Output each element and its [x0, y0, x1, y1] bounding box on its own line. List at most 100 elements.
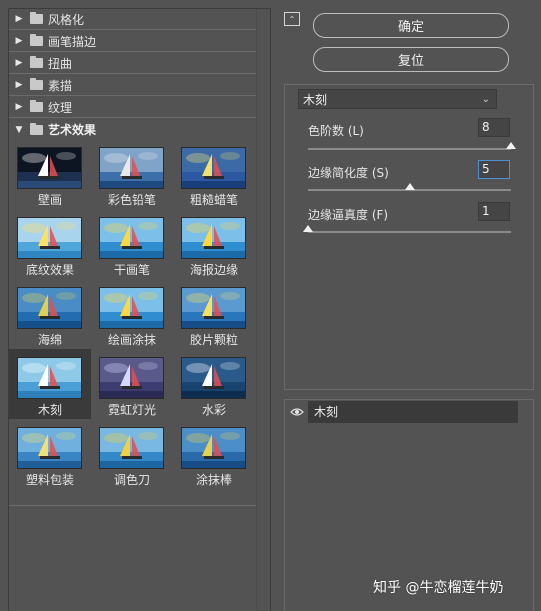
- edge-fidelity-slider-track[interactable]: [308, 231, 511, 233]
- levels-input[interactable]: 8: [478, 118, 510, 137]
- sailboat-scene-icon: [182, 148, 245, 188]
- sailboat-scene-icon: [182, 358, 245, 398]
- folder-icon: [30, 100, 43, 112]
- sailboat-scene-icon: [182, 428, 245, 468]
- chevron-down-icon: ⌄: [481, 93, 490, 105]
- reset-button[interactable]: 复位: [313, 47, 509, 72]
- category-label: 画笔描边: [48, 34, 97, 49]
- thumbnail-label: 霓虹灯光: [107, 403, 156, 417]
- edge-simplicity-input[interactable]: 5: [478, 160, 510, 179]
- eye-icon[interactable]: [286, 401, 308, 423]
- edge-fidelity-slider-thumb[interactable]: [303, 225, 313, 232]
- edge-fidelity-input[interactable]: 1: [478, 202, 510, 221]
- thumb-smudge-stick[interactable]: 涂抹棒: [173, 419, 255, 489]
- category-stylize[interactable]: ▶ 风格化: [9, 9, 257, 30]
- thumbnail-label: 绘画涂抹: [107, 333, 156, 347]
- folder-icon: [30, 56, 43, 68]
- folder-icon: [30, 122, 43, 135]
- thumb-neon-glow[interactable]: 霓虹灯光: [91, 349, 173, 419]
- thumb-plastic-wrap[interactable]: 塑料包装: [9, 419, 91, 489]
- sailboat-scene-icon: [18, 358, 81, 398]
- expand-arrow-icon: ▶: [15, 36, 23, 46]
- edge-simplicity-label: 边缘简化度 (S): [308, 166, 389, 180]
- vertical-scrollbar[interactable]: [256, 9, 270, 611]
- thumbnail-image: [181, 287, 246, 329]
- collapse-panel-icon[interactable]: ⌃: [284, 12, 300, 26]
- sailboat-scene-icon: [18, 428, 81, 468]
- thumbnail-image: [99, 217, 164, 259]
- thumb-dry-brush[interactable]: 干画笔: [91, 209, 173, 279]
- thumbnail-image: [181, 357, 246, 399]
- levels-slider-thumb[interactable]: [506, 142, 516, 149]
- thumbnail-label: 底纹效果: [25, 263, 74, 277]
- thumb-underpainting[interactable]: 底纹效果: [9, 209, 91, 279]
- edge-fidelity-label: 边缘逼真度 (F): [308, 208, 389, 222]
- sailboat-scene-icon: [100, 288, 163, 328]
- thumbnail-image: [99, 287, 164, 329]
- sailboat-scene-icon: [100, 428, 163, 468]
- thumb-colored-pencil[interactable]: 彩色铅笔: [91, 139, 173, 209]
- category-brush-strokes[interactable]: ▶ 画笔描边: [9, 31, 257, 52]
- thumbnail-label: 海绵: [37, 333, 62, 347]
- thumb-sponge[interactable]: 海绵: [9, 279, 91, 349]
- category-label: 艺术效果: [48, 123, 97, 137]
- thumbnail-label: 海报边缘: [189, 263, 238, 277]
- sailboat-scene-icon: [18, 218, 81, 258]
- sailboat-scene-icon: [100, 358, 163, 398]
- category-label: 扭曲: [48, 56, 73, 71]
- category-label: 纹理: [48, 100, 73, 115]
- folder-icon: [30, 12, 43, 24]
- thumb-fresco[interactable]: 壁画: [9, 139, 91, 209]
- collapse-arrow-icon: ▼: [15, 124, 23, 135]
- thumbnail-image: [17, 287, 82, 329]
- sailboat-scene-icon: [182, 218, 245, 258]
- thumb-rough-pastels[interactable]: 粗糙蜡笔: [173, 139, 255, 209]
- thumbnail-label: 木刻: [37, 403, 62, 417]
- category-artistic[interactable]: ▼ 艺术效果: [9, 119, 257, 140]
- filter-select-value: 木刻: [303, 92, 328, 107]
- filter-gallery-panel: ▶ 风格化 ▶ 画笔描边 ▶ 扭曲 ▶ 素描 ▶ 纹理 ▼ 艺术效果 壁画 彩色…: [8, 8, 271, 611]
- expand-arrow-icon: ▶: [15, 14, 23, 24]
- sailboat-scene-icon: [100, 218, 163, 258]
- thumbnail-label: 彩色铅笔: [107, 193, 156, 207]
- thumb-watercolor[interactable]: 水彩: [173, 349, 255, 419]
- expand-arrow-icon: ▶: [15, 102, 23, 112]
- folder-icon: [30, 78, 43, 90]
- thumbnail-image: [99, 357, 164, 399]
- edge-simplicity-slider-thumb[interactable]: [404, 183, 415, 190]
- sailboat-scene-icon: [18, 148, 81, 188]
- thumbnail-image: [181, 427, 246, 469]
- thumb-paint-daubs[interactable]: 绘画涂抹: [91, 279, 173, 349]
- sailboat-scene-icon: [182, 288, 245, 328]
- thumbnail-label: 胶片颗粒: [189, 333, 238, 347]
- thumb-palette-knife[interactable]: 调色刀: [91, 419, 173, 489]
- thumbnail-image: [17, 357, 82, 399]
- thumb-poster-edges[interactable]: 海报边缘: [173, 209, 255, 279]
- category-sketch[interactable]: ▶ 素描: [9, 75, 257, 96]
- thumbnail-image: [99, 427, 164, 469]
- sailboat-scene-icon: [100, 148, 163, 188]
- sailboat-scene-icon: [18, 288, 81, 328]
- thumbnail-image: [17, 217, 82, 259]
- thumbnail-label: 壁画: [37, 193, 62, 207]
- thumb-cutout[interactable]: 木刻: [9, 349, 91, 419]
- expand-arrow-icon: ▶: [15, 80, 23, 90]
- thumbnail-image: [17, 147, 82, 189]
- category-label: 素描: [48, 78, 73, 93]
- effect-layer-name: 木刻: [308, 401, 518, 423]
- category-label: 风格化: [48, 12, 85, 27]
- filter-select[interactable]: 木刻 ⌄: [298, 89, 497, 109]
- thumb-film-grain[interactable]: 胶片颗粒: [173, 279, 255, 349]
- thumbnail-label: 粗糙蜡笔: [189, 193, 238, 207]
- thumbnail-image: [181, 217, 246, 259]
- divider: [9, 505, 257, 506]
- category-texture[interactable]: ▶ 纹理: [9, 97, 257, 118]
- levels-label: 色阶数 (L): [308, 124, 364, 138]
- levels-slider-track[interactable]: [308, 148, 511, 150]
- thumbnail-label: 水彩: [201, 403, 226, 417]
- category-distort[interactable]: ▶ 扭曲: [9, 53, 257, 74]
- ok-button[interactable]: 确定: [313, 13, 509, 38]
- effect-layer-row[interactable]: 木刻: [286, 401, 518, 423]
- thumbnail-image: [181, 147, 246, 189]
- thumbnail-label: 塑料包装: [25, 473, 74, 487]
